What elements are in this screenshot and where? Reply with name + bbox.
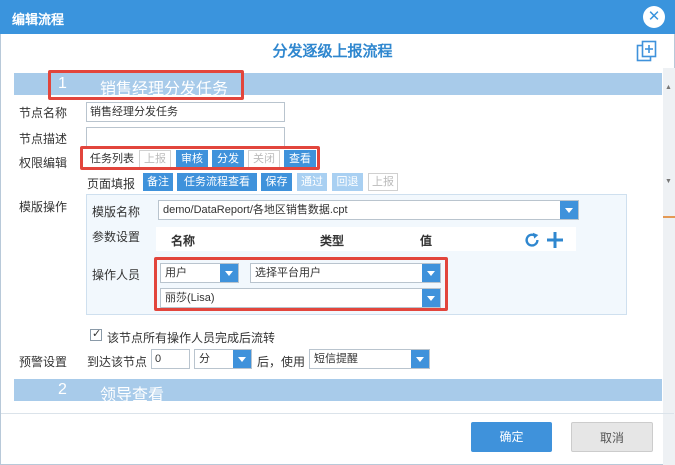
task-button-report[interactable]: 上报	[139, 150, 171, 168]
dropdown-arrow-icon[interactable]	[233, 350, 251, 368]
alert-label: 预警设置	[19, 355, 68, 369]
copy-icon[interactable]	[636, 40, 658, 62]
operator-type-select[interactable]: 用户	[160, 263, 239, 283]
dropdown-arrow-icon[interactable]	[411, 350, 429, 368]
ok-button[interactable]: 确定	[471, 422, 552, 452]
operator-user-value: 丽莎(Lisa)	[165, 292, 215, 304]
add-icon[interactable]	[545, 230, 565, 250]
task-button-review[interactable]: 审核	[176, 150, 208, 168]
dialog-titlebar: 编辑流程 ✕	[0, 0, 675, 34]
task-button-distribute[interactable]: 分发	[212, 150, 244, 168]
param-col-type: 类型	[320, 234, 345, 248]
dropdown-arrow-icon[interactable]	[560, 201, 578, 219]
alert-method-select[interactable]: 短信提醒	[309, 349, 430, 369]
task-button-view[interactable]: 查看	[284, 150, 316, 168]
scroll-down-icon[interactable]: ▼	[665, 178, 672, 185]
section-number: 1	[58, 75, 67, 92]
flow-rule-text: 该节点所有操作人员完成后流转	[107, 331, 276, 345]
alert-unit-select[interactable]: 分	[194, 349, 252, 369]
template-ops-label: 模版操作	[19, 200, 68, 214]
section-number: 2	[58, 381, 67, 398]
scroll-up-icon[interactable]: ▲	[665, 84, 672, 91]
close-icon[interactable]: ✕	[643, 6, 665, 28]
param-table-header: 名称 类型 值	[156, 227, 576, 251]
fill-button-rollback[interactable]: 回退	[332, 173, 363, 191]
alert-reach-label: 到达该节点	[87, 355, 148, 369]
operator-user-select[interactable]: 丽莎(Lisa)	[160, 288, 441, 308]
alert-amount-input[interactable]: 0	[151, 349, 190, 369]
fill-button-report[interactable]: 上报	[368, 173, 398, 191]
param-settings-label: 参数设置	[92, 230, 141, 244]
fill-button-remark[interactable]: 备注	[143, 173, 173, 191]
page-fill-label: 页面填报	[87, 177, 136, 191]
section-name: 销售经理分发任务	[100, 81, 229, 98]
checkbox-checked-icon[interactable]	[90, 327, 102, 341]
section-name: 领导查看	[100, 387, 165, 404]
cancel-button[interactable]: 取消	[571, 422, 653, 452]
template-name-label: 模版名称	[92, 205, 141, 219]
dropdown-arrow-icon[interactable]	[422, 264, 440, 282]
template-name-value: demo/DataReport/各地区销售数据.cpt	[163, 204, 348, 216]
flow-title: 分发逐级上报流程	[272, 43, 393, 60]
operator-source-value: 选择平台用户	[255, 267, 321, 279]
alert-method-value: 短信提醒	[314, 353, 358, 365]
scrollbar[interactable]: ▲ ▼	[663, 68, 675, 465]
fill-button-save[interactable]: 保存	[261, 173, 292, 191]
node-desc-label: 节点描述	[19, 132, 68, 146]
section-bar-1[interactable]: 1 销售经理分发任务	[14, 73, 662, 98]
footer-divider	[1, 413, 674, 414]
dialog-title: 编辑流程	[12, 12, 65, 27]
section-bar-2[interactable]: 2 领导查看	[14, 379, 662, 404]
task-button-close[interactable]: 关闭	[248, 150, 280, 168]
node-name-input[interactable]: 销售经理分发任务	[86, 102, 285, 122]
alert-after-label: 后，使用	[257, 355, 306, 369]
task-list-label: 任务列表	[90, 153, 134, 165]
alert-unit-value: 分	[199, 353, 210, 365]
dropdown-arrow-icon[interactable]	[422, 289, 440, 307]
node-name-label: 节点名称	[19, 106, 68, 120]
operator-source-select[interactable]: 选择平台用户	[250, 263, 441, 283]
operator-label: 操作人员	[92, 268, 141, 282]
fill-button-approve[interactable]: 通过	[297, 173, 327, 191]
param-col-name: 名称	[171, 234, 196, 248]
scroll-marker	[663, 216, 675, 218]
template-name-select[interactable]: demo/DataReport/各地区销售数据.cpt	[158, 200, 579, 220]
operator-type-value: 用户	[165, 267, 187, 279]
fill-button-flow-view[interactable]: 任务流程查看	[177, 173, 257, 191]
perm-label: 权限编辑	[19, 156, 68, 170]
dropdown-arrow-icon[interactable]	[220, 264, 238, 282]
refresh-icon[interactable]	[523, 231, 541, 249]
node-desc-input[interactable]	[86, 127, 285, 147]
param-col-value: 值	[420, 234, 433, 248]
